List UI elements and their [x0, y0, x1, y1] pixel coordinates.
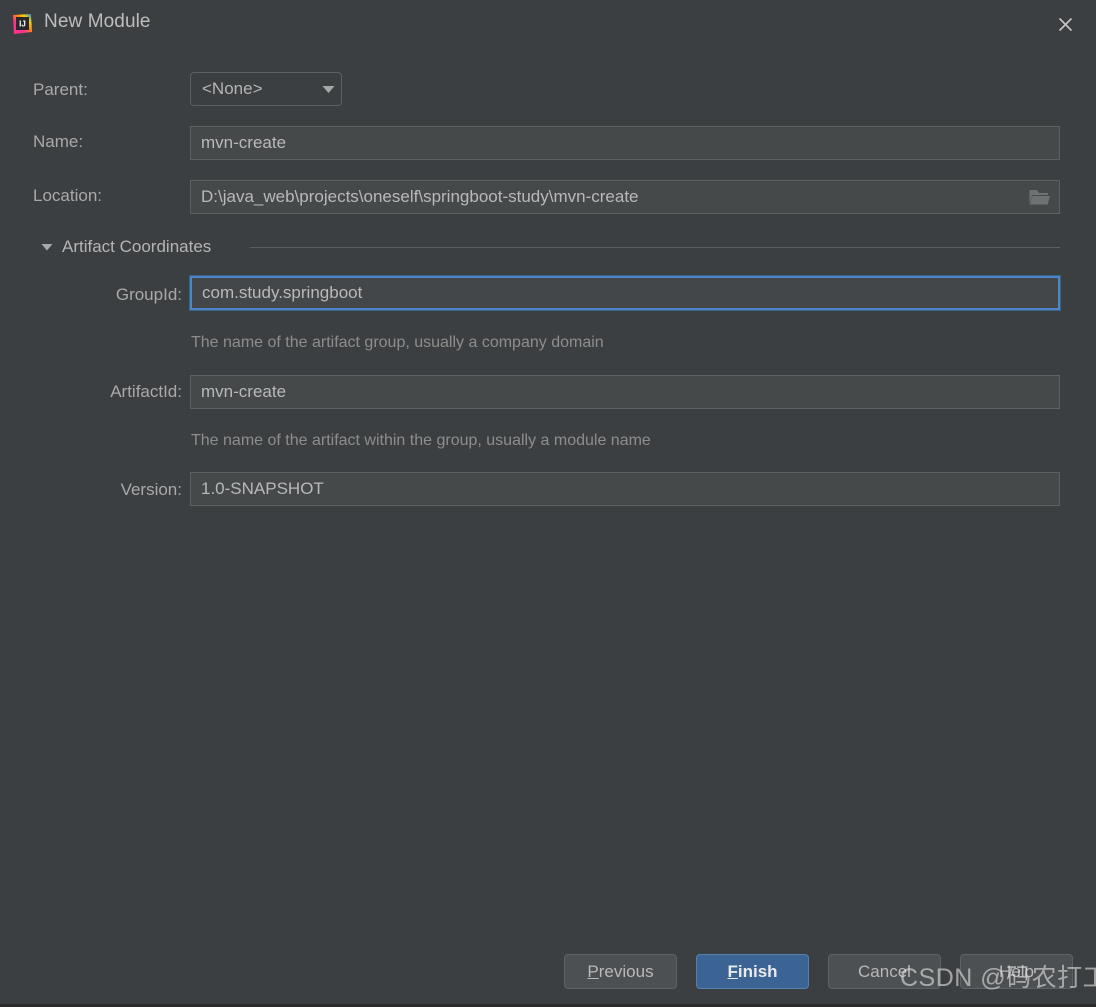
version-label: Version: — [120, 480, 182, 499]
cancel-button[interactable]: Cancel — [828, 954, 941, 989]
chevron-down-icon — [315, 85, 341, 94]
artifactid-hint: The name of the artifact within the grou… — [191, 432, 651, 449]
previous-button[interactable]: Previous — [564, 954, 677, 989]
finish-button-label: inish — [737, 961, 778, 981]
groupid-hint: The name of the artifact group, usually … — [191, 334, 604, 351]
new-module-dialog: IJ New Module Parent: <None> Name: mvn-c… — [0, 0, 1096, 1007]
finish-button[interactable]: Finish — [696, 954, 809, 989]
previous-button-label: revious — [598, 961, 654, 981]
groupid-label: GroupId: — [115, 285, 182, 304]
parent-combobox-value: <None> — [202, 79, 263, 98]
triangle-down-icon — [40, 243, 54, 251]
parent-combobox[interactable]: <None> — [190, 72, 342, 106]
module-form: Parent: <None> Name: mvn-create Location… — [0, 0, 1096, 1007]
name-input[interactable]: mvn-create — [190, 126, 1060, 160]
finish-button-accel: F — [727, 961, 738, 981]
artifact-coordinates-section-header[interactable]: Artifact Coordinates — [40, 237, 211, 257]
location-label: Location: — [33, 186, 102, 205]
artifact-coordinates-title: Artifact Coordinates — [62, 237, 212, 256]
artifactid-label: ArtifactId: — [110, 382, 182, 401]
name-label: Name: — [33, 132, 84, 151]
artifactid-input[interactable]: mvn-create — [190, 375, 1060, 409]
previous-button-accel: P — [587, 961, 599, 981]
parent-label: Parent: — [33, 80, 88, 99]
location-input[interactable]: D:\java_web\projects\oneself\springboot-… — [190, 180, 1060, 214]
section-divider — [250, 247, 1060, 248]
folder-icon[interactable] — [1029, 187, 1051, 207]
groupid-input[interactable]: com.study.springboot — [190, 276, 1060, 310]
version-input[interactable]: 1.0-SNAPSHOT — [190, 472, 1060, 506]
help-button[interactable]: Help — [960, 954, 1073, 989]
